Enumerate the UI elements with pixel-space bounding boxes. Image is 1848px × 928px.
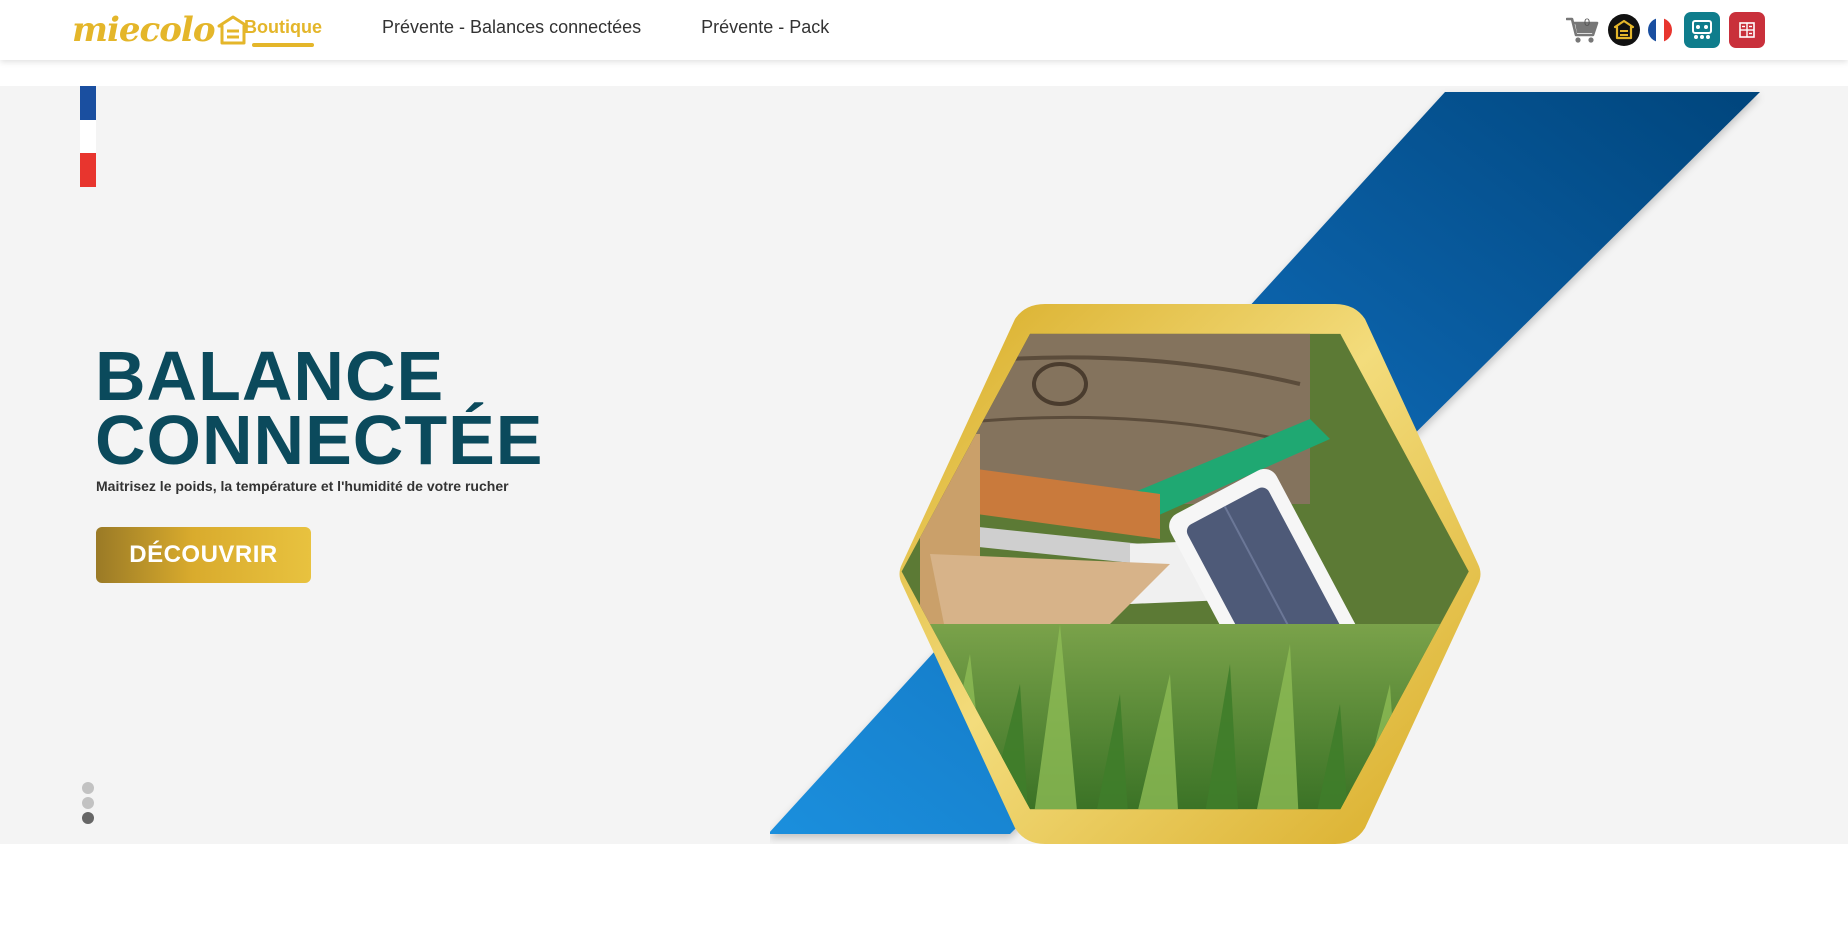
- slider-dot-2[interactable]: [82, 797, 94, 809]
- french-flag-icon[interactable]: [1648, 18, 1672, 42]
- hero-title: BALANCE CONNECTÉE: [95, 337, 544, 479]
- hero-subtitle: Maitrisez le poids, la température et l'…: [96, 478, 509, 494]
- calculator-app-icon: [1739, 22, 1755, 38]
- cart-button[interactable]: 0: [1565, 15, 1600, 45]
- discover-button[interactable]: DÉCOUVRIR: [96, 527, 311, 583]
- cart-icon: [1565, 17, 1599, 43]
- hive-icon: [1613, 19, 1635, 40]
- header-actions: 0: [1565, 12, 1774, 48]
- logo-text: miecolo: [72, 10, 215, 50]
- hero-slider: BALANCE CONNECTÉE Maitrisez le poids, la…: [0, 86, 1848, 844]
- site-header: miecolo Boutique Prévente - Balances con…: [0, 0, 1848, 60]
- logo[interactable]: miecolo: [72, 10, 249, 50]
- cart-count: 0: [1584, 17, 1591, 29]
- nav-item-prevente-pack[interactable]: Prévente - Pack: [701, 17, 829, 38]
- french-flag-bar: [80, 86, 96, 188]
- slider-dots: [82, 782, 94, 827]
- nav-item-prevente-balances[interactable]: Prévente - Balances connectées: [382, 17, 641, 38]
- slider-dot-1[interactable]: [82, 782, 94, 794]
- account-hive-button[interactable]: [1608, 14, 1640, 46]
- hero-title-line1: BALANCE: [95, 337, 445, 415]
- slider-dot-3[interactable]: [82, 812, 94, 824]
- hero-title-line2: CONNECTÉE: [95, 401, 544, 479]
- calculator-app-button[interactable]: [1729, 12, 1765, 48]
- team-app-button[interactable]: [1684, 12, 1720, 48]
- hero-illustration: [770, 92, 1760, 844]
- nav-item-boutique[interactable]: Boutique: [244, 17, 322, 47]
- team-app-icon: [1692, 20, 1712, 39]
- main-nav: Boutique Prévente - Balances connectées …: [244, 0, 889, 54]
